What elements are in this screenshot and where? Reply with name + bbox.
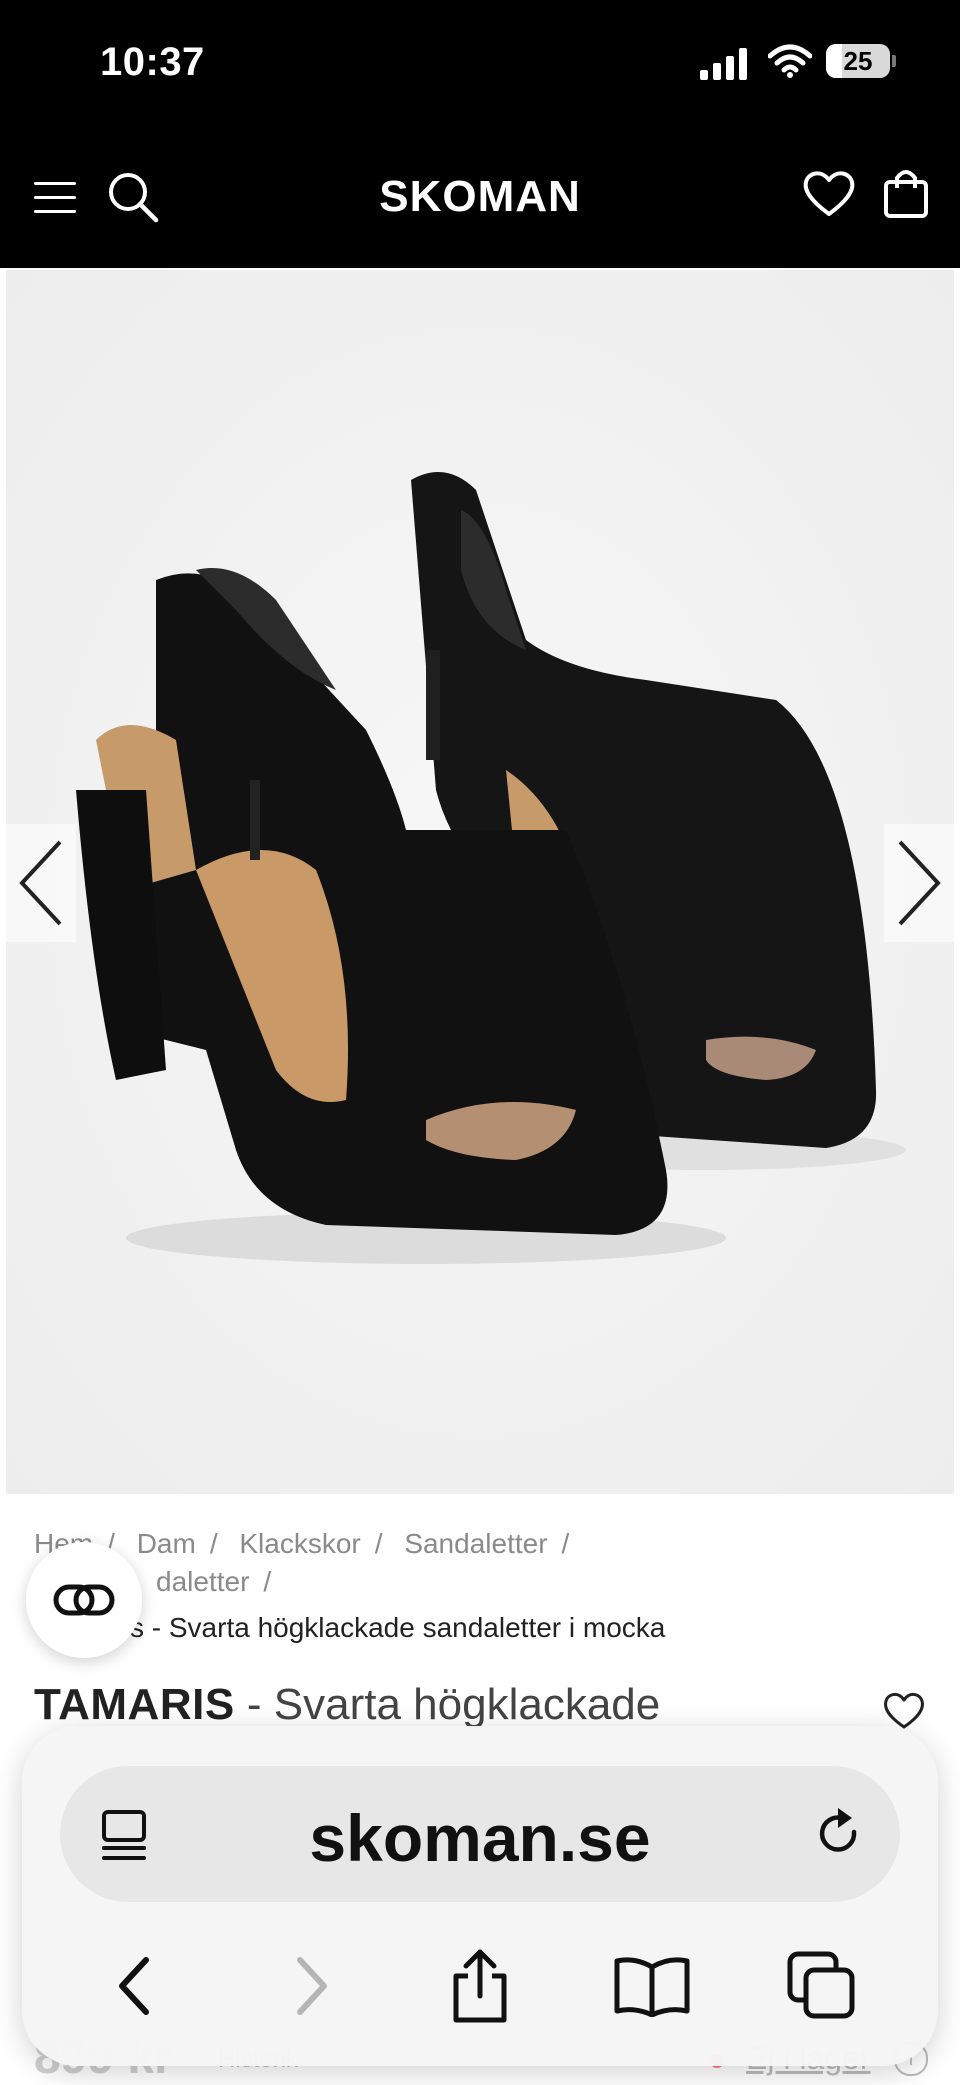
product-title: TAMARIS - Svarta högklackade [34, 1680, 660, 1730]
chevron-left-icon [119, 1957, 149, 2015]
product-image-carousel[interactable] [6, 270, 954, 1494]
carousel-next-button[interactable] [884, 824, 954, 942]
product-image-shoes [6, 270, 954, 1494]
reload-icon[interactable] [814, 1806, 864, 1862]
chevron-left-icon [19, 840, 62, 926]
chevron-right-icon [297, 1957, 327, 2015]
status-bar: 10:37 25 [0, 0, 960, 128]
site-header: SKOMAN [0, 128, 960, 268]
url-text[interactable]: skoman.se [60, 1800, 900, 1876]
heart-icon[interactable] [802, 168, 856, 218]
forward-button[interactable] [272, 1946, 352, 2026]
cellular-signal-icon [700, 48, 747, 80]
wifi-icon [768, 44, 812, 78]
share-icon [453, 1949, 507, 2023]
bookmarks-button[interactable] [612, 1946, 692, 2026]
book-icon [614, 1957, 690, 2017]
carousel-prev-button[interactable] [6, 824, 76, 942]
browser-nav-toolbar [22, 1922, 938, 2052]
breadcrumb-item-sandaletter-2[interactable]: daletter / [156, 1566, 271, 1598]
wishlist-heart-icon[interactable] [882, 1690, 926, 1730]
share-button[interactable] [440, 1946, 520, 2026]
chevron-right-icon [898, 840, 941, 926]
product-brand: TAMARIS [34, 1680, 235, 1729]
battery-indicator: 25 [826, 44, 890, 78]
breadcrumb-item-dam[interactable]: Dam [137, 1528, 196, 1559]
clock: 10:37 [100, 40, 205, 84]
breadcrumb: Hem / Dam / Klackskor / Sandaletter / [34, 1528, 570, 1559]
tabs-button[interactable] [782, 1946, 862, 2026]
breadcrumb-item-sandaletter[interactable]: Sandaletter [404, 1528, 547, 1559]
breadcrumb-current: s - Svarta högklackade sandaletter i moc… [130, 1612, 666, 1643]
product-name: - Svarta högklackade [234, 1680, 661, 1729]
battery-level: 25 [843, 46, 873, 76]
chat-button[interactable] [26, 1542, 142, 1658]
browser-toolbar: skoman.se [22, 1726, 938, 2066]
breadcrumb-item-klackskor[interactable]: Klackskor [239, 1528, 360, 1559]
back-button[interactable] [94, 1946, 174, 2026]
address-bar[interactable]: skoman.se [60, 1766, 900, 1902]
tabs-icon [787, 1951, 855, 2019]
battery-tip [892, 55, 896, 67]
shopping-bag-icon[interactable] [882, 166, 930, 220]
chat-icon [53, 1584, 115, 1616]
